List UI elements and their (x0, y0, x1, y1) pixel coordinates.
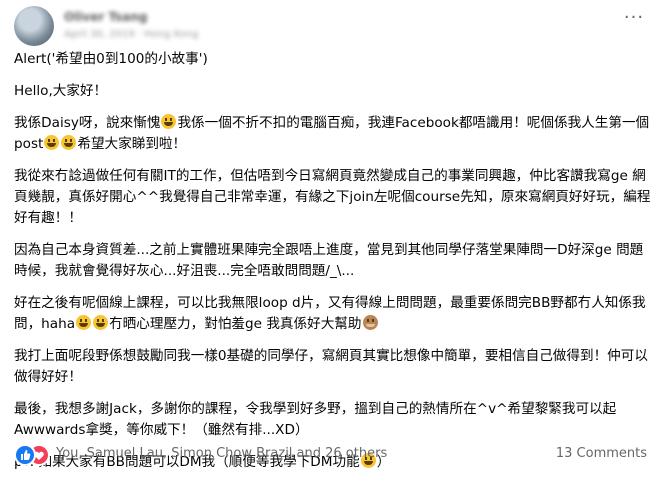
post-footer: You, Samuel Lau, Simon Chow Brazil and 2… (14, 443, 647, 466)
grinning-face-icon (61, 135, 77, 150)
comments-count[interactable]: 13 Comments (556, 446, 647, 461)
post-paragraph: Hello,大家好！ (14, 81, 651, 102)
avatar[interactable] (14, 6, 54, 46)
like-icon[interactable] (14, 444, 36, 466)
post-body: Alert('希望由0到100的小故事') Hello,大家好！ 我係Daisy呀，… (14, 49, 651, 484)
post-paragraph: 好在之後有呢個線上課程，可以比我無限loop d片，又有得線上問問題，最重要係問… (14, 293, 651, 335)
post-timestamp[interactable]: April 30, 2019 · Hong Kong (64, 29, 198, 40)
see-no-evil-monkey-icon (362, 315, 378, 330)
post-paragraph: 最後，我想多謝Jack，多謝你的課程，令我學到好多野，搵到自己的熱情所在^v^希… (14, 399, 651, 441)
post-text: 冇晒心理壓力，對怕羞ge 我真係好大幫助 (109, 316, 362, 332)
grinning-face-icon (44, 135, 60, 150)
facebook-post: Oliver Tsang April 30, 2019 · Hong Kong … (0, 0, 661, 473)
post-paragraph: Alert('希望由0到100的小故事') (14, 49, 651, 70)
grinning-face-icon (93, 315, 109, 330)
post-text: Alert('希望由0到100的小故事') (14, 51, 208, 67)
more-options-button[interactable]: ··· (621, 9, 647, 32)
post-paragraph: 因為自己本身資質差...之前上實體班果陣完全跟唔上進度，當見到其他同學仔落堂果陣… (14, 240, 651, 282)
post-text: 因為自己本身資質差...之前上實體班果陣完全跟唔上進度，當見到其他同學仔落堂果陣… (14, 242, 644, 279)
post-paragraph: 我從來冇諗過做任何有關IT的工作，但估唔到今日寫網頁竟然變成自己的事業同興趣，仲… (14, 166, 651, 229)
post-paragraph: 我係Daisy呀，說來慚愧 我係一個不折不扣的電腦百痴，我連Facebook都唔識… (14, 113, 651, 155)
reactors-summary[interactable]: You, Samuel Lau, Simon Chow Brazil and 2… (56, 446, 387, 461)
post-text: 我從來冇諗過做任何有關IT的工作，但估唔到今日寫網頁竟然變成自己的事業同興趣，仲… (14, 168, 651, 226)
post-paragraph: 我打上面呢段野係想鼓勵同我一樣0基礎的同學仔，寫網頁其實比想像中簡單，要相信自己… (14, 346, 651, 388)
grinning-face-icon (76, 315, 92, 330)
post-header: Oliver Tsang April 30, 2019 · Hong Kong … (14, 6, 647, 46)
author-name[interactable]: Oliver Tsang (64, 10, 147, 24)
post-text: 希望大家睇到啦！ (77, 136, 187, 152)
post-text: 我係Daisy呀，說來慚愧 (14, 115, 161, 131)
post-text: Hello,大家好！ (14, 83, 108, 99)
post-text: 我打上面呢段野係想鼓勵同我一樣0基礎的同學仔，寫網頁其實比想像中簡單，要相信自己… (14, 348, 648, 385)
post-text: 最後，我想多謝Jack，多謝你的課程，令我學到好多野，搵到自己的熱情所在^v^希… (14, 401, 617, 438)
grinning-face-icon (161, 114, 177, 129)
